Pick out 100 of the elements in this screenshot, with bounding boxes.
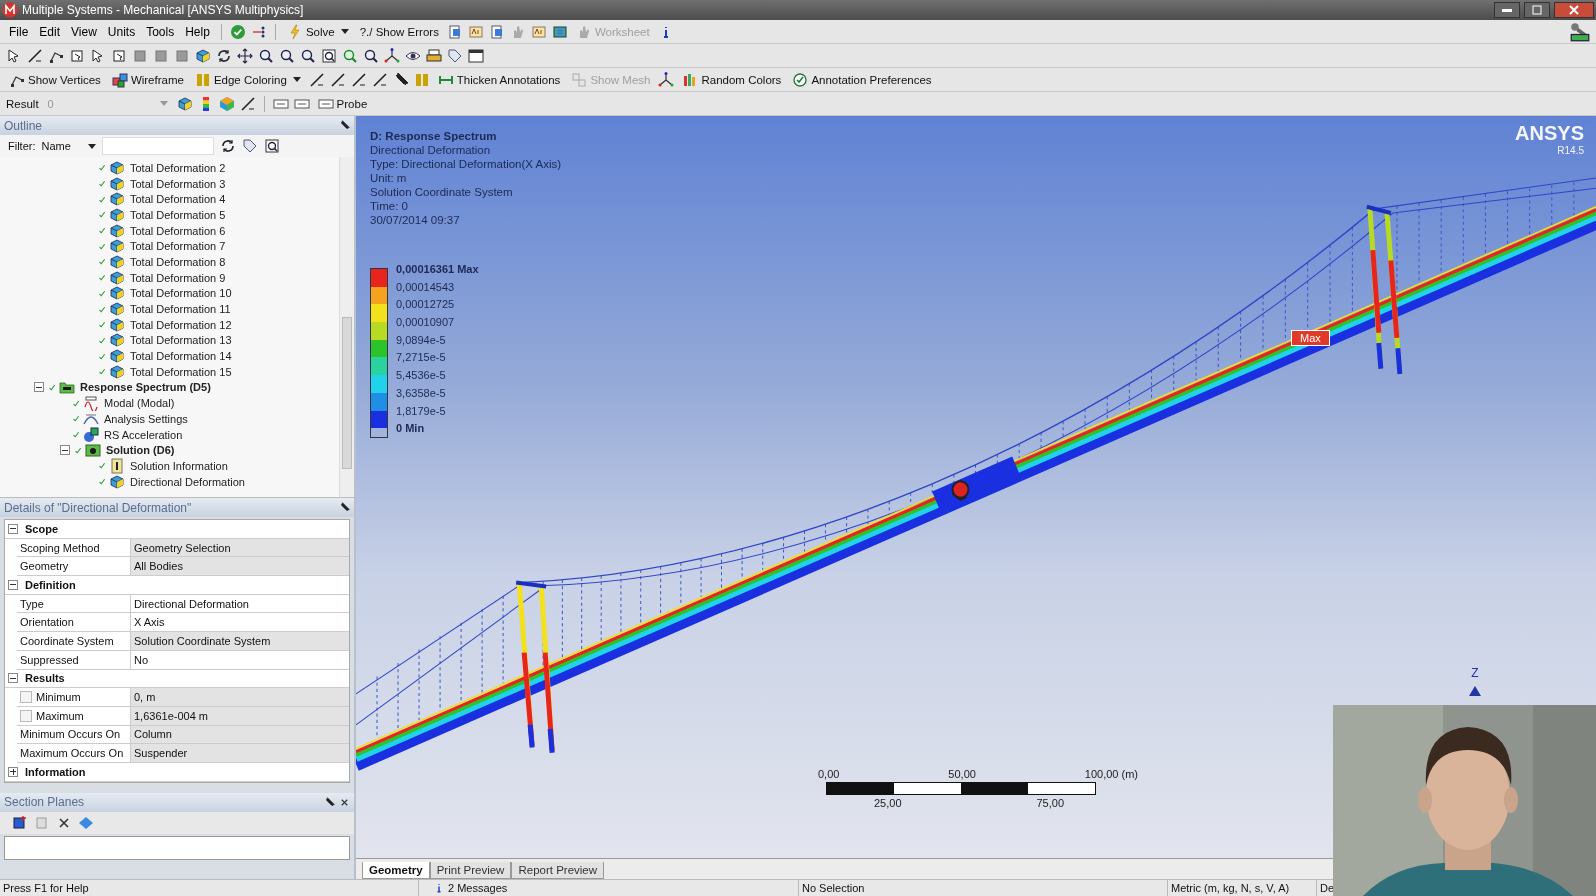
selection-box-icon[interactable] <box>111 47 127 64</box>
tree-item[interactable]: Total Deformation 12 <box>130 318 232 331</box>
collapse-toggle[interactable] <box>8 579 18 590</box>
filter-input[interactable] <box>101 137 214 155</box>
tree-item[interactable]: Total Deformation 11 <box>130 303 231 316</box>
tree-item[interactable]: Total Deformation 10 <box>130 287 232 300</box>
view-tab[interactable]: Geometry <box>362 862 430 879</box>
scrollbar[interactable] <box>339 157 354 497</box>
menu-item[interactable]: Tools <box>143 23 178 40</box>
minimize-button[interactable] <box>1494 2 1520 18</box>
square-icon[interactable] <box>153 47 169 64</box>
tree-item[interactable]: Directional Deformation <box>130 475 245 488</box>
square-icon[interactable] <box>174 47 190 64</box>
property-value[interactable]: Solution Coordinate System <box>131 632 349 650</box>
document-icon[interactable] <box>446 23 463 40</box>
axes-icon[interactable] <box>384 47 400 64</box>
tree-item[interactable]: Total Deformation 15 <box>130 365 232 378</box>
menu-item[interactable]: Help <box>182 23 213 40</box>
tree-item[interactable]: Total Deformation 4 <box>130 193 226 206</box>
view-tab[interactable]: Print Preview <box>429 862 512 879</box>
wrench-icon[interactable] <box>1570 21 1590 42</box>
menu-item[interactable]: Units <box>104 23 139 40</box>
property-value[interactable]: All Bodies <box>131 557 349 576</box>
plane-icon[interactable] <box>78 814 94 831</box>
move-icon[interactable] <box>237 47 253 64</box>
toolbar-button[interactable]: Random Colors <box>679 70 785 89</box>
add-plane-icon[interactable] <box>12 814 28 831</box>
menu-item[interactable]: Edit <box>36 23 64 40</box>
line-icon[interactable] <box>350 71 367 88</box>
close-button[interactable] <box>1554 2 1594 18</box>
printer-icon[interactable] <box>426 47 442 64</box>
graphics-viewport[interactable] <box>356 116 1596 879</box>
tree-item[interactable]: Modal (Modal) <box>104 397 175 410</box>
collapse-toggle[interactable] <box>60 445 70 456</box>
tree-item[interactable]: Total Deformation 9 <box>130 271 226 284</box>
zoom-fit-icon[interactable] <box>321 47 337 64</box>
collapse-toggle[interactable] <box>8 766 18 777</box>
toolbar-button[interactable]: ?./ Show Errors <box>356 24 442 39</box>
zoom-icon[interactable] <box>279 47 295 64</box>
axes-icon[interactable] <box>658 71 675 88</box>
tree-item[interactable]: Total Deformation 8 <box>130 255 226 268</box>
tree-item[interactable]: Response Spectrum (D5) <box>80 381 211 394</box>
view-tab[interactable]: Report Preview <box>511 862 605 879</box>
toolbar-button[interactable]: Show Vertices <box>6 70 104 89</box>
refresh-icon[interactable] <box>219 138 236 154</box>
line-icon[interactable] <box>371 71 388 88</box>
cube-icon[interactable] <box>195 47 211 64</box>
collapse-toggle[interactable] <box>8 523 18 534</box>
check-icon[interactable] <box>229 23 246 40</box>
collapse-toggle[interactable] <box>8 673 18 684</box>
selection-box-icon[interactable] <box>69 47 85 64</box>
toolbar-button[interactable]: Wireframe <box>108 70 187 89</box>
tree-item[interactable]: Total Deformation 3 <box>130 177 226 190</box>
tree-item[interactable]: Total Deformation 2 <box>130 161 226 174</box>
toolbar-button[interactable]: Annotation Preferences <box>789 70 935 89</box>
zoom-icon[interactable] <box>363 47 379 64</box>
zoom-icon[interactable] <box>300 47 316 64</box>
tree-item[interactable]: Total Deformation 7 <box>130 240 226 253</box>
property-value[interactable]: No <box>131 650 349 669</box>
image-icon[interactable] <box>551 23 568 40</box>
tag-icon[interactable] <box>447 47 463 64</box>
checkbox[interactable] <box>20 691 32 704</box>
square-icon[interactable] <box>132 47 148 64</box>
text-box-icon[interactable] <box>467 23 484 40</box>
probe-button[interactable]: Probe <box>314 94 371 113</box>
toolbar-button[interactable]: Solve <box>283 22 352 41</box>
menu-item[interactable]: File <box>6 23 32 40</box>
wireframe-icon <box>111 71 128 88</box>
maximize-button[interactable] <box>1524 2 1550 18</box>
line-icon[interactable] <box>239 95 256 112</box>
zoom-icon[interactable] <box>258 47 274 64</box>
line-icon[interactable] <box>308 71 325 88</box>
document-icon[interactable] <box>488 23 505 40</box>
collapse-toggle[interactable] <box>34 382 44 393</box>
tree-item[interactable]: Total Deformation 6 <box>130 224 226 237</box>
cube-icon[interactable] <box>176 95 193 112</box>
tree-item[interactable]: Solution Information <box>130 459 228 472</box>
tree-item[interactable]: Total Deformation 14 <box>130 350 232 363</box>
property-value[interactable]: 0, m <box>131 688 349 706</box>
toolbar-button[interactable]: Thicken Annotations <box>434 70 564 89</box>
toolbar-button[interactable]: Edge Coloring <box>191 70 304 89</box>
property-name: Type <box>20 597 44 610</box>
rotate-icon[interactable] <box>216 47 232 64</box>
tree-item[interactable]: Solution (D6) <box>106 444 175 457</box>
property-value[interactable]: X Axis <box>131 613 349 632</box>
tree-item[interactable]: Analysis Settings <box>104 412 188 425</box>
cube-icon <box>109 222 125 239</box>
line-icon[interactable] <box>27 47 43 64</box>
max-label: Max <box>1291 330 1330 346</box>
tree-item[interactable]: Total Deformation 5 <box>130 208 226 221</box>
property-value[interactable]: Suspender <box>131 744 349 762</box>
window-icon[interactable] <box>468 47 484 64</box>
checkbox[interactable] <box>20 709 32 722</box>
filter-dropdown[interactable]: Name <box>41 140 96 152</box>
text-box-icon[interactable] <box>530 23 547 40</box>
property-value[interactable]: Directional Deformation <box>131 594 349 613</box>
menu-item[interactable]: View <box>68 23 100 40</box>
line-icon[interactable] <box>329 71 346 88</box>
tree-item[interactable]: Total Deformation 13 <box>130 334 232 347</box>
tree-item[interactable]: RS Acceleration <box>104 428 183 441</box>
